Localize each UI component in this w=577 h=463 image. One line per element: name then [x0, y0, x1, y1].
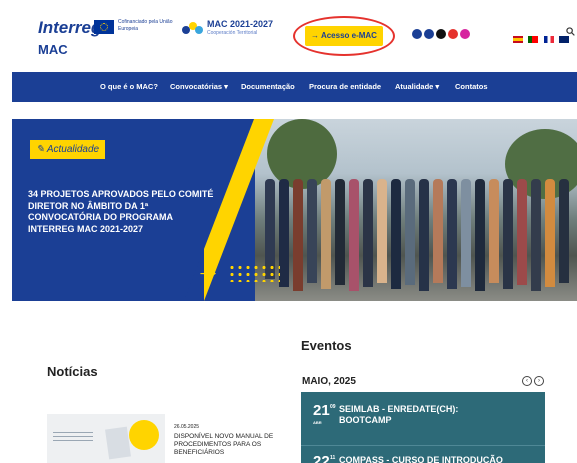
person [405, 179, 415, 285]
chevron-left-icon[interactable]: ‹ [522, 376, 532, 386]
event-time: 11 [330, 455, 336, 461]
person [545, 179, 555, 287]
event-title: SEIMLAB - ENREDATE(CH): BOOTCAMP [339, 404, 459, 425]
flag-pt-icon[interactable] [528, 36, 539, 43]
category-badge: ✎ Actualidade [30, 140, 106, 159]
person [531, 179, 541, 291]
youtube-icon[interactable] [448, 29, 458, 39]
thumb-yellow-circle [129, 420, 159, 450]
person [447, 179, 457, 289]
event-time: 09 [330, 404, 336, 410]
event-title: COMPASS - CURSO DE INTRODUÇÃO [339, 455, 503, 463]
search-icon[interactable] [566, 27, 575, 36]
person [391, 179, 401, 289]
main-navigation: O que é o MAC? Convocatórias ▾ Documenta… [12, 72, 577, 102]
nav-item-o-que-e-mac[interactable]: O que é o MAC? [100, 82, 158, 91]
event-day: 22 [313, 453, 330, 463]
event-day: 21 [313, 402, 330, 419]
person [517, 179, 527, 285]
nav-item-procura-entidade[interactable]: Procura de entidade [309, 82, 381, 91]
news-date: 26.05.2025 [174, 424, 200, 430]
arrow-right-icon[interactable]: → [195, 256, 221, 282]
events-heading: Eventos [301, 338, 352, 353]
language-selector[interactable] [513, 30, 570, 48]
x-icon[interactable] [436, 29, 446, 39]
person [321, 179, 331, 289]
eu-flag-icon [94, 20, 114, 34]
chevron-right-icon[interactable]: › [534, 376, 544, 386]
person [349, 179, 359, 291]
event-card[interactable]: 22 11 COMPASS - CURSO DE INTRODUÇÃO [301, 446, 545, 463]
event-month: ABR [313, 420, 322, 425]
flag-en-icon[interactable] [559, 36, 570, 43]
group-photo [255, 119, 577, 301]
linkedin-icon[interactable] [412, 29, 422, 39]
site-header: Interreg MAC Cofinanciado pela União Eur… [0, 0, 577, 78]
nav-item-documentacao[interactable]: Documentação [241, 82, 295, 91]
person [559, 179, 569, 283]
person [489, 179, 499, 283]
nav-item-contatos[interactable]: Contatos [455, 82, 488, 91]
nav-item-convocatorias[interactable]: Convocatórias ▾ [170, 82, 228, 91]
person [475, 179, 485, 291]
flag-fr-icon[interactable] [543, 36, 554, 43]
event-card[interactable]: 21 09 ABR SEIMLAB - ENREDATE(CH): BOOTCA… [301, 392, 545, 445]
person [377, 179, 387, 283]
person [419, 179, 429, 291]
dot-pattern [228, 264, 280, 282]
acesso-emac-button[interactable]: → Acesso e-MAC [305, 26, 383, 46]
person [293, 179, 303, 291]
news-thumbnail[interactable] [47, 414, 165, 463]
thumb-text-lines [53, 432, 93, 444]
person [433, 179, 443, 283]
person [461, 179, 471, 287]
mac-logo-icon [182, 22, 203, 34]
person [335, 179, 345, 285]
logo-interreg[interactable]: Interreg [38, 18, 101, 38]
badge-label: Actualidade [46, 144, 100, 155]
person [363, 179, 373, 287]
calendar-month: MAIO, 2025 [302, 376, 356, 387]
pencil-icon: ✎ [36, 144, 45, 155]
news-title[interactable]: DISPONÍVEL NOVO MANUAL DE PROCEDIMENTOS … [174, 433, 274, 457]
news-heading: Notícias [47, 364, 98, 379]
person [503, 179, 513, 289]
logo-mac[interactable]: MAC [38, 42, 68, 57]
hero-headline[interactable]: 34 PROJETOS APROVADOS PELO COMITÉ DIRETO… [28, 189, 218, 235]
facebook-icon[interactable] [424, 29, 434, 39]
eu-cofinancing-text: Cofinanciado pela União Europeia [118, 19, 173, 32]
flag-es-icon[interactable] [513, 36, 523, 43]
mac-logo-subtitle: Cooperación Territorial [207, 30, 258, 36]
person [279, 179, 289, 287]
nav-item-atualidade[interactable]: Atualidade ▾ [395, 82, 439, 91]
instagram-icon[interactable] [460, 29, 470, 39]
document-icon [105, 426, 131, 460]
person [307, 179, 317, 283]
hero-banner[interactable]: ✎ Actualidade 34 PROJETOS APROVADOS PELO… [12, 119, 577, 301]
mac-logo-title: MAC 2021-2027 [207, 19, 274, 29]
